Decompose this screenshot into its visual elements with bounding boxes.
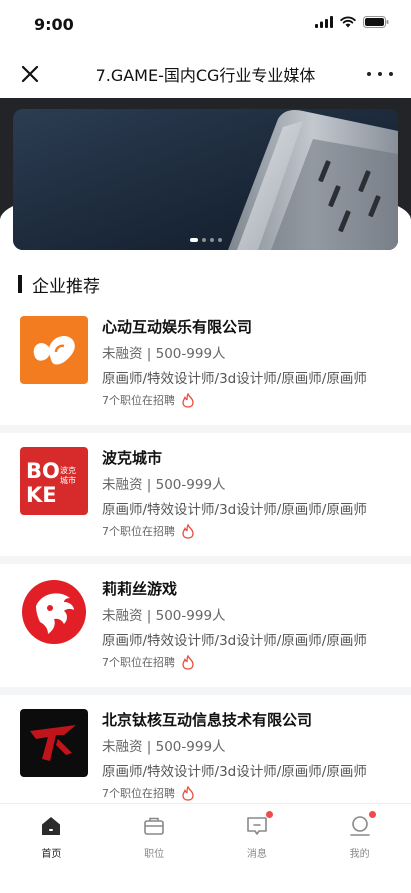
more-button[interactable] [367, 62, 393, 86]
company-logo-titan [20, 709, 88, 777]
lilith-logo-icon [20, 578, 88, 646]
company-meta: 未融资 | 500-999人 [102, 346, 226, 362]
company-logo-lilith [20, 578, 88, 646]
company-roles: 原画师/特效设计师/3d设计师/原画师/原画师 [102, 764, 367, 780]
profile-icon [348, 811, 376, 838]
tab-messages[interactable]: 消息 [206, 804, 309, 893]
briefcase-icon [142, 814, 166, 838]
company-card[interactable]: 心动互动娱乐有限公司 未融资 | 500-999人 原画师/特效设计师/3d设计… [0, 302, 411, 433]
company-roles: 原画师/特效设计师/3d设计师/原画师/原画师 [102, 633, 367, 649]
boke-logo-line2: KE [26, 483, 57, 507]
company-card[interactable]: BO KE 波克 城市 波克城市 未融资 | 500-999人 原画师/特效设计… [0, 433, 411, 564]
tab-label: 职位 [144, 849, 165, 860]
tab-label: 我的 [349, 849, 370, 860]
page-title: 7.GAME-国内CG行业专业媒体 [95, 66, 316, 85]
carousel-dot[interactable] [217, 238, 222, 242]
section-accent-bar [18, 275, 22, 293]
company-meta: 未融资 | 500-999人 [102, 739, 226, 755]
notification-badge [265, 811, 273, 818]
status-icons [315, 16, 389, 28]
close-icon [21, 65, 39, 83]
carousel-dot[interactable] [209, 238, 214, 242]
flame-icon [182, 523, 194, 539]
company-jobs-count: 7个职位在招聘 [102, 656, 175, 669]
battery-icon [363, 16, 389, 28]
company-jobs-count: 7个职位在招聘 [102, 787, 175, 800]
company-name: 心动互动娱乐有限公司 [102, 318, 253, 336]
xd-logo-icon [20, 316, 88, 384]
company-name: 北京钛核互动信息技术有限公司 [102, 711, 313, 729]
flame-icon [182, 654, 194, 670]
company-card[interactable]: 莉莉丝游戏 未融资 | 500-999人 原画师/特效设计师/3d设计师/原画师… [0, 564, 411, 695]
company-name: 波克城市 [102, 449, 163, 467]
company-jobs: 7个职位在招聘 [102, 654, 195, 670]
company-roles: 原画师/特效设计师/3d设计师/原画师/原画师 [102, 371, 367, 387]
close-button[interactable] [18, 62, 42, 86]
boke-logo-line1: BO [26, 459, 60, 483]
more-dot-icon [367, 72, 371, 76]
company-roles: 原画师/特效设计师/3d设计师/原画师/原画师 [102, 502, 367, 518]
carousel-dot[interactable] [201, 238, 206, 242]
company-name: 莉莉丝游戏 [102, 580, 178, 598]
company-jobs: 7个职位在招聘 [102, 392, 195, 408]
tab-jobs[interactable]: 职位 [103, 804, 206, 893]
company-meta: 未融资 | 500-999人 [102, 477, 226, 493]
flame-icon [182, 392, 194, 408]
banner-image [13, 109, 398, 250]
status-time: 9:00 [34, 15, 74, 34]
carousel-indicator [13, 238, 398, 242]
company-logo-xd [20, 316, 88, 384]
section-title: 企业推荐 [32, 276, 100, 297]
flame-icon [182, 785, 194, 801]
signal-icon [315, 16, 333, 28]
company-jobs: 7个职位在招聘 [102, 523, 195, 539]
section-header: 企业推荐 [18, 272, 100, 297]
company-list: 心动互动娱乐有限公司 未融资 | 500-999人 原画师/特效设计师/3d设计… [0, 302, 411, 826]
banner-carousel[interactable] [13, 109, 398, 250]
boke-logo-small1: 波克 [60, 465, 76, 475]
carousel-dot-active[interactable] [189, 238, 198, 242]
home-icon [39, 814, 63, 838]
tab-label: 首页 [41, 849, 62, 860]
more-dot-icon [378, 72, 382, 76]
status-bar: 9:00 [0, 0, 411, 48]
wifi-icon [340, 16, 356, 28]
company-jobs-count: 7个职位在招聘 [102, 394, 175, 407]
titan-logo-icon [20, 709, 88, 777]
company-jobs: 7个职位在招聘 [102, 785, 195, 801]
boke-logo-small2: 城市 [60, 475, 76, 485]
company-meta: 未融资 | 500-999人 [102, 608, 226, 624]
tab-label: 消息 [246, 849, 267, 860]
tab-profile[interactable]: 我的 [308, 804, 411, 893]
tab-home[interactable]: 首页 [0, 804, 103, 893]
message-icon [245, 811, 273, 838]
company-jobs-count: 7个职位在招聘 [102, 525, 175, 538]
bottom-tab-bar: 首页 职位 消息 我的 [0, 803, 411, 893]
notification-badge [368, 811, 376, 818]
company-logo-boke: BO KE 波克 城市 [20, 447, 88, 515]
boke-logo-icon: BO KE 波克 城市 [20, 447, 88, 515]
more-dot-icon [389, 72, 393, 76]
nav-bar: 7.GAME-国内CG行业专业媒体 [0, 48, 411, 98]
